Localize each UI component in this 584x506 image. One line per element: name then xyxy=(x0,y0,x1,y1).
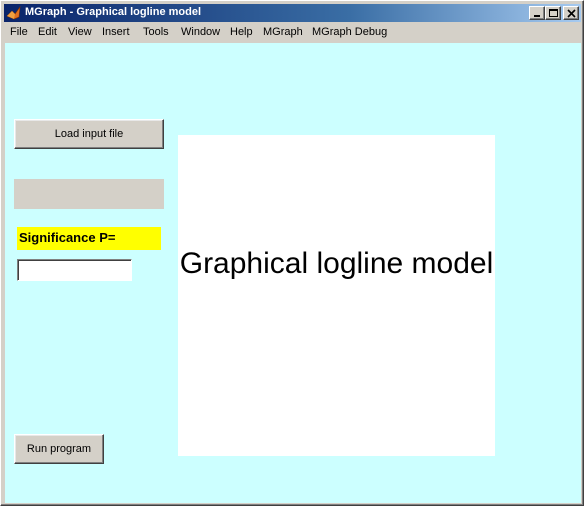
close-icon xyxy=(567,9,576,18)
menu-window[interactable]: Window xyxy=(181,26,220,38)
maximize-icon xyxy=(549,9,558,17)
minimize-button[interactable] xyxy=(529,6,545,20)
app-window: MGraph - Graphical logline model File Ed… xyxy=(0,0,584,506)
menu-insert[interactable]: Insert xyxy=(102,26,130,38)
file-status-box xyxy=(14,179,164,209)
menu-mgraph[interactable]: MGraph xyxy=(263,26,303,38)
minimize-icon xyxy=(534,15,540,17)
menu-file[interactable]: File xyxy=(10,26,28,38)
significance-input[interactable] xyxy=(17,259,132,281)
menu-edit[interactable]: Edit xyxy=(38,26,57,38)
matlab-logo-icon xyxy=(6,5,22,21)
menu-mgraph-debug[interactable]: MGraph Debug xyxy=(312,26,387,38)
graph-plot-area: Graphical logline model xyxy=(178,135,495,456)
figure-area: Load input file Significance P= Run prog… xyxy=(5,43,581,503)
title-bar[interactable]: MGraph - Graphical logline model xyxy=(4,4,581,22)
significance-label: Significance P= xyxy=(17,227,161,250)
close-button[interactable] xyxy=(563,6,579,20)
run-program-button[interactable]: Run program xyxy=(14,434,104,464)
maximize-button[interactable] xyxy=(545,6,561,20)
menu-tools[interactable]: Tools xyxy=(143,26,169,38)
window-title: MGraph - Graphical logline model xyxy=(25,6,202,18)
plot-title: Graphical logline model xyxy=(179,247,494,280)
load-input-file-button[interactable]: Load input file xyxy=(14,119,164,149)
menu-view[interactable]: View xyxy=(68,26,92,38)
menu-bar: File Edit View Insert Tools Window Help … xyxy=(4,23,581,42)
menu-help[interactable]: Help xyxy=(230,26,253,38)
